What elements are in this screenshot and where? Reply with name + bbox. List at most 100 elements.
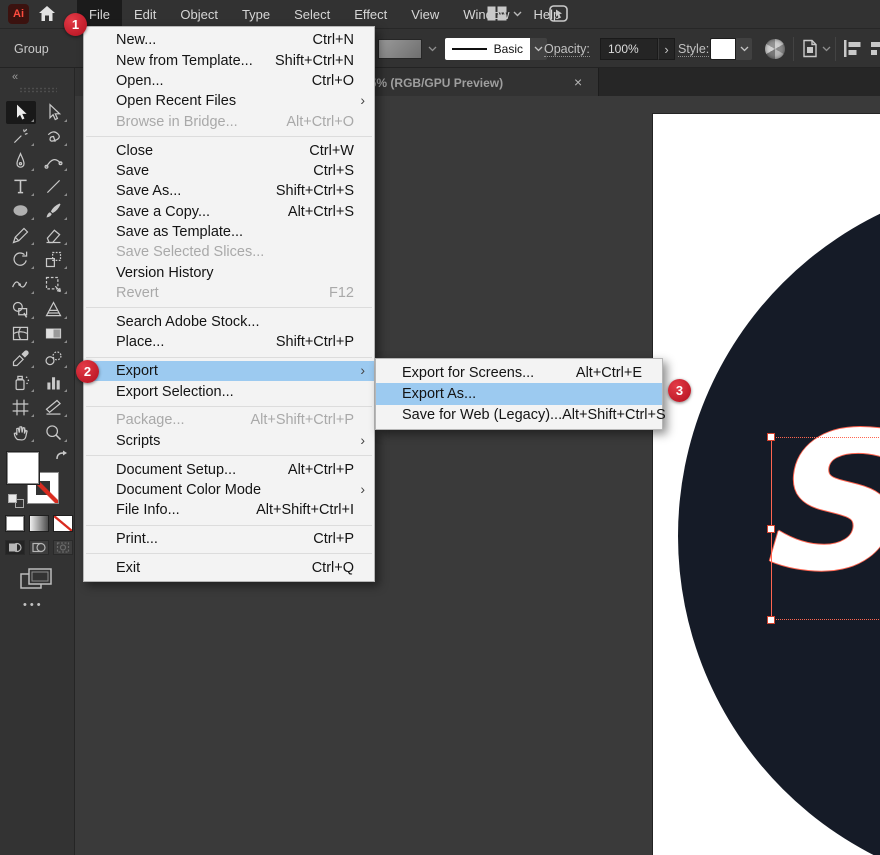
rotate-tool[interactable] (6, 248, 36, 271)
blend-tool[interactable] (39, 347, 69, 370)
eraser-tool[interactable] (39, 224, 69, 247)
gradient-tool[interactable] (39, 322, 69, 345)
symbol-sprayer-tool[interactable] (6, 371, 36, 394)
menu-item-save-a-copy[interactable]: Save a Copy...Alt+Ctrl+S (84, 202, 374, 222)
menu-item-scripts[interactable]: Scripts› (84, 431, 374, 451)
lasso-tool[interactable] (39, 125, 69, 148)
menu-item-search-adobe-stock[interactable]: Search Adobe Stock... (84, 312, 374, 332)
menu-item-new-from-template[interactable]: New from Template...Shift+Ctrl+N (84, 50, 374, 70)
gradient-mode-button[interactable] (29, 515, 49, 532)
home-icon[interactable] (38, 5, 56, 22)
free-transform-tool[interactable] (39, 273, 69, 296)
menu-item-version-history[interactable]: Version History (84, 263, 374, 283)
menubar-item-view[interactable]: View (399, 0, 451, 28)
default-fill-stroke-icon[interactable] (8, 494, 24, 508)
menu-item-export[interactable]: Export› (84, 361, 374, 381)
align-left-icon[interactable] (843, 39, 862, 58)
change-screen-mode-icon[interactable] (20, 568, 54, 592)
style-label[interactable]: Style: (678, 42, 709, 57)
menubar-item-effect[interactable]: Effect (342, 0, 399, 28)
menu-item-new[interactable]: New...Ctrl+N (84, 30, 374, 50)
ellipse-tool[interactable] (6, 199, 36, 222)
stroke-style-preview[interactable]: Basic (445, 38, 530, 60)
menubar-item-select[interactable]: Select (282, 0, 342, 28)
column-graph-tool[interactable] (39, 371, 69, 394)
menu-item-save-as-template[interactable]: Save as Template... (84, 222, 374, 242)
mesh-tool[interactable] (6, 322, 36, 345)
curvature-tool[interactable] (39, 150, 69, 173)
menu-item-shortcut: Ctrl+N (313, 32, 355, 48)
menu-item-label: Open... (116, 73, 312, 89)
menu-item-place[interactable]: Place...Shift+Ctrl+P (84, 332, 374, 352)
scale-tool[interactable] (39, 248, 69, 271)
opacity-dropdown-arrow-icon[interactable]: › (658, 38, 675, 60)
opacity-input[interactable]: 100% (600, 38, 658, 60)
menubar-item-object[interactable]: Object (168, 0, 230, 28)
fill-color-well[interactable] (7, 452, 39, 484)
menu-item-close[interactable]: CloseCtrl+W (84, 140, 374, 160)
close-tab-icon[interactable]: × (574, 74, 582, 90)
share-screen-icon[interactable] (549, 5, 568, 22)
none-mode-button[interactable] (53, 515, 73, 532)
document-setup-chevron-icon[interactable] (822, 46, 831, 52)
menu-item-export-selection[interactable]: Export Selection... (84, 381, 374, 401)
menu-item-document-setup[interactable]: Document Setup...Alt+Ctrl+P (84, 459, 374, 479)
draw-inside-button[interactable] (53, 540, 73, 555)
type-tool[interactable] (6, 175, 36, 198)
pencil-tool[interactable] (6, 224, 36, 247)
menu-item-save-as[interactable]: Save As...Shift+Ctrl+S (84, 181, 374, 201)
menu-item-save-for-web-legacy[interactable]: Save for Web (Legacy)...Alt+Shift+Ctrl+S (376, 405, 662, 426)
paintbrush-tool[interactable] (39, 199, 69, 222)
style-chevron-icon[interactable] (736, 38, 752, 60)
workspace-chevron-down-icon[interactable] (513, 11, 522, 17)
menu-item-open-recent-files[interactable]: Open Recent Files› (84, 91, 374, 111)
opacity-label[interactable]: Opacity: (544, 42, 590, 57)
shape-builder-tool[interactable] (6, 298, 36, 321)
menu-item-revert[interactable]: RevertF12 (84, 283, 374, 303)
document-setup-icon[interactable] (801, 39, 819, 58)
width-tool[interactable] (6, 273, 36, 296)
hand-tool[interactable] (6, 421, 36, 444)
selection-tool[interactable] (6, 101, 36, 124)
magic-wand-tool[interactable] (6, 125, 36, 148)
line-segment-tool[interactable] (39, 175, 69, 198)
eyedropper-tool[interactable] (6, 347, 36, 370)
draw-normal-button[interactable] (5, 540, 25, 555)
menu-item-save[interactable]: SaveCtrl+S (84, 161, 374, 181)
pen-tool[interactable] (6, 150, 36, 173)
menu-item-file-info[interactable]: File Info...Alt+Shift+Ctrl+I (84, 500, 374, 520)
menubar-item-edit[interactable]: Edit (122, 0, 168, 28)
align-center-icon[interactable] (871, 39, 880, 58)
selection-handle-mid-left[interactable] (767, 525, 775, 533)
menu-item-export-as[interactable]: Export As... (376, 383, 662, 404)
slice-tool[interactable] (39, 396, 69, 419)
workspace-switcher-icon[interactable] (487, 6, 507, 21)
menu-item-print[interactable]: Print...Ctrl+P (84, 529, 374, 549)
draw-behind-button[interactable] (29, 540, 49, 555)
menu-item-save-selected-slices[interactable]: Save Selected Slices... (84, 242, 374, 262)
recolor-artwork-icon[interactable] (765, 39, 785, 59)
style-swatch[interactable] (710, 38, 736, 60)
menubar-item-type[interactable]: Type (230, 0, 282, 28)
menu-item-open[interactable]: Open...Ctrl+O (84, 71, 374, 91)
selection-handle-bottom-left[interactable] (767, 616, 775, 624)
swap-fill-stroke-icon[interactable] (55, 450, 69, 464)
collapse-panel-icon[interactable]: « (12, 71, 19, 83)
fill-color-chevron-icon[interactable] (428, 46, 437, 52)
menu-item-document-color-mode[interactable]: Document Color Mode› (84, 480, 374, 500)
illustrator-logo-icon[interactable]: Ai (8, 4, 29, 24)
color-mode-button[interactable] (5, 515, 25, 532)
menu-item-export-for-screens[interactable]: Export for Screens...Alt+Ctrl+E (376, 362, 662, 383)
artboard-tool[interactable] (6, 396, 36, 419)
direct-selection-tool[interactable] (39, 101, 69, 124)
panel-grip[interactable] (19, 87, 57, 93)
fill-color-swatch[interactable] (378, 39, 422, 59)
selection-handle-top-left[interactable] (767, 433, 775, 441)
menu-item-package[interactable]: Package...Alt+Shift+Ctrl+P (84, 410, 374, 430)
toolbar-overflow-icon[interactable]: ••• (23, 599, 44, 611)
menu-item-browse-in-bridge[interactable]: Browse in Bridge...Alt+Ctrl+O (84, 112, 374, 132)
zoom-tool[interactable] (39, 421, 69, 444)
menu-item-exit[interactable]: ExitCtrl+Q (84, 558, 374, 578)
perspective-grid-tool[interactable] (39, 298, 69, 321)
selection-bounding-box[interactable] (771, 437, 880, 620)
